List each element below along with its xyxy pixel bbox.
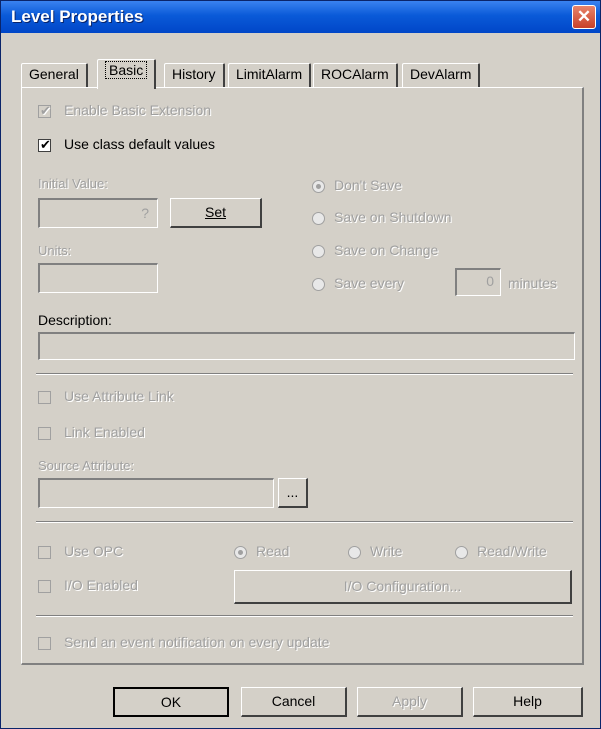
use-class-defaults-checkbox[interactable]: ✔	[38, 137, 51, 152]
close-icon[interactable]: ✕	[572, 5, 596, 29]
use-class-defaults-label: Use class default values	[64, 136, 215, 152]
help-button[interactable]: Help	[473, 687, 583, 717]
window-title: Level Properties	[11, 7, 144, 26]
read-write-label: Read/Write	[477, 543, 547, 559]
write-label: Write	[370, 543, 403, 559]
initial-value-field[interactable]: ?	[38, 198, 158, 228]
link-enabled-label: Link Enabled	[64, 424, 145, 440]
radio-save-on-shutdown[interactable]	[312, 212, 325, 225]
use-attribute-link-checkbox[interactable]	[38, 391, 51, 404]
use-opc-label: Use OPC	[64, 543, 124, 559]
set-button[interactable]: Set	[170, 198, 262, 228]
io-enabled-checkbox[interactable]	[38, 580, 51, 593]
use-opc-checkbox[interactable]	[38, 546, 51, 559]
tab-history[interactable]: History	[164, 63, 225, 87]
radio-dont-save[interactable]	[312, 180, 325, 193]
title-bar[interactable]: Level Properties ✕	[1, 1, 600, 33]
send-event-checkbox[interactable]	[38, 637, 51, 650]
tab-rocalarm[interactable]: ROCAlarm	[313, 63, 398, 87]
separator	[36, 373, 573, 375]
separator	[36, 615, 573, 617]
enable-basic-extension-label: Enable Basic Extension	[64, 102, 212, 118]
dont-save-label: Don't Save	[334, 177, 403, 193]
io-configuration-button[interactable]: I/O Configuration...	[234, 570, 572, 604]
radio-read[interactable]	[234, 546, 247, 559]
units-label: Units:	[38, 243, 72, 258]
browse-button[interactable]: ...	[278, 478, 308, 508]
radio-write[interactable]	[348, 546, 361, 559]
minutes-label: minutes	[508, 275, 558, 291]
radio-save-every[interactable]	[312, 278, 325, 291]
tab-basic[interactable]: Basic	[97, 59, 157, 89]
save-every-label: Save every	[334, 275, 405, 291]
read-label: Read	[256, 543, 290, 559]
use-attribute-link-label: Use Attribute Link	[64, 388, 174, 404]
description-label: Description:	[38, 312, 112, 328]
radio-read-write[interactable]	[455, 546, 468, 559]
enable-basic-extension-checkbox[interactable]: ✔	[38, 103, 51, 118]
save-on-change-label: Save on Change	[334, 242, 439, 258]
io-enabled-label: I/O Enabled	[64, 577, 138, 593]
ok-button[interactable]: OK	[113, 687, 229, 717]
description-field[interactable]	[38, 332, 575, 360]
tab-devalarm[interactable]: DevAlarm	[402, 63, 481, 87]
save-on-shutdown-label: Save on Shutdown	[334, 209, 452, 225]
units-field[interactable]	[38, 263, 158, 293]
apply-button[interactable]: Apply	[357, 687, 463, 717]
send-event-label: Send an event notification on every upda…	[64, 634, 330, 650]
save-every-minutes-field[interactable]: 0	[455, 268, 501, 296]
tab-general[interactable]: General	[21, 63, 88, 87]
cancel-button[interactable]: Cancel	[241, 687, 347, 717]
link-enabled-checkbox[interactable]	[38, 427, 51, 440]
level-properties-dialog: Level Properties ✕ General Basic History…	[0, 0, 601, 729]
separator	[36, 521, 573, 523]
basic-tab-panel: ✔ Enable Basic Extension ✔ Use class def…	[21, 87, 584, 665]
radio-save-on-change[interactable]	[312, 245, 325, 258]
source-attribute-label: Source Attribute:	[38, 458, 135, 473]
initial-value-label: Initial Value:	[38, 176, 108, 191]
source-attribute-field[interactable]	[38, 478, 274, 508]
tab-limitalarm[interactable]: LimitAlarm	[228, 63, 312, 87]
